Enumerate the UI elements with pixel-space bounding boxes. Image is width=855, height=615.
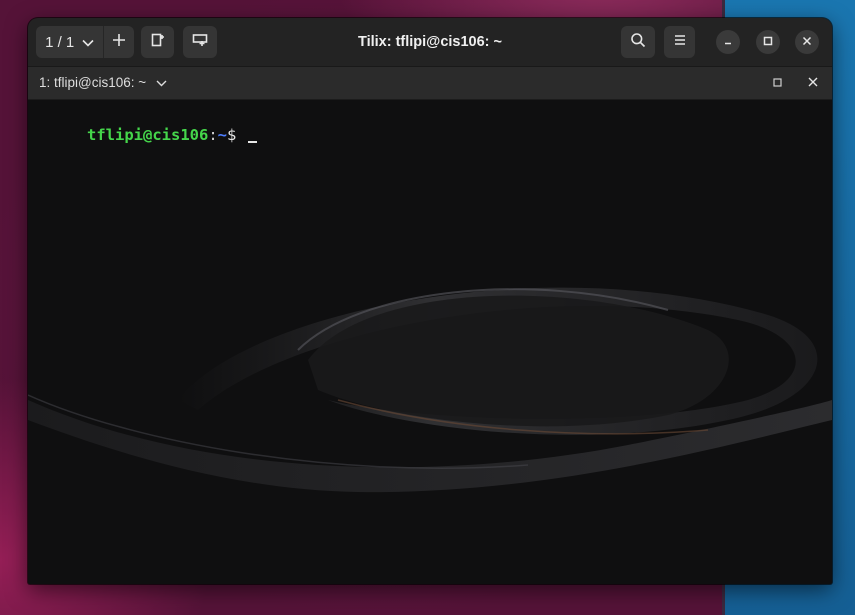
shell-prompt-line: tflipi@cis106:~$ [31, 102, 257, 144]
window-title: Tilix: tflipi@cis106: ~ [357, 34, 503, 50]
session-indicator: 1 / 1 [45, 33, 75, 51]
chevron-down-icon [156, 67, 167, 99]
terminal-background-image [28, 287, 832, 493]
plus-icon [112, 33, 126, 52]
add-terminal-right-button[interactable] [141, 26, 174, 58]
add-terminal-down-button[interactable] [183, 26, 217, 58]
hamburger-menu-icon [673, 33, 687, 51]
minimize-icon [723, 33, 733, 51]
prompt-separator: : [208, 126, 218, 144]
close-icon [808, 74, 818, 92]
text-cursor [247, 141, 257, 143]
terminal-title-menu[interactable]: 1: tflipi@cis106: ~ [39, 67, 167, 99]
close-terminal-button[interactable] [801, 71, 825, 95]
minimize-button[interactable] [716, 30, 740, 54]
title-bar: 1 / 1 Tilix: tflipi@cis106: ~ [28, 18, 832, 67]
prompt-path: ~ [217, 126, 228, 144]
prompt-user-host: tflipi@cis106 [87, 126, 209, 144]
search-icon [630, 32, 646, 53]
main-menu-button[interactable] [664, 26, 695, 58]
terminal-title-bar: 1: tflipi@cis106: ~ [28, 67, 832, 100]
session-controls: 1 / 1 [36, 26, 134, 58]
prompt-symbol: $ [227, 126, 237, 144]
maximize-icon [772, 74, 782, 92]
maximize-terminal-button[interactable] [765, 71, 789, 95]
tilix-window: 1 / 1 Tilix: tflipi@cis106: ~ 1: tflipi@… [28, 18, 832, 584]
close-window-button[interactable] [795, 30, 819, 54]
maximize-button[interactable] [756, 30, 780, 54]
add-session-button[interactable] [104, 26, 134, 58]
maximize-icon [763, 33, 773, 51]
terminal-area[interactable]: tflipi@cis106:~$ [28, 100, 832, 584]
chevron-down-icon [82, 34, 94, 51]
find-button[interactable] [621, 26, 655, 58]
close-icon [802, 33, 812, 51]
split-down-icon [192, 32, 208, 53]
session-switcher-button[interactable]: 1 / 1 [36, 26, 105, 58]
split-right-icon [150, 32, 166, 53]
terminal-title: 1: tflipi@cis106: ~ [39, 75, 147, 90]
